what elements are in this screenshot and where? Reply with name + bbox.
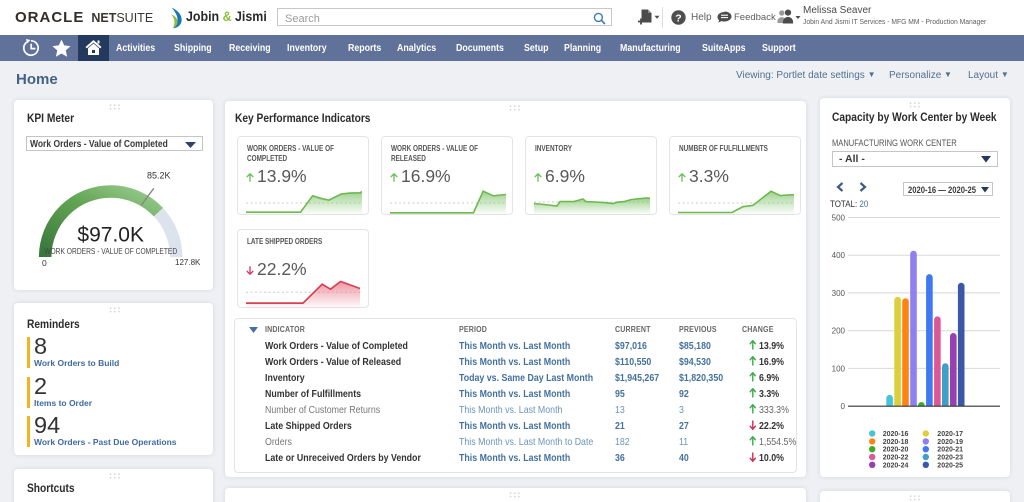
svg-text:2020-21: 2020-21 [937, 447, 963, 454]
svg-text:400: 400 [832, 251, 846, 260]
svg-text:127.8K: 127.8K [175, 258, 201, 267]
svg-text:2020-23: 2020-23 [937, 455, 963, 462]
svg-text:2020-18: 2020-18 [883, 439, 909, 446]
svg-text:300: 300 [832, 289, 846, 298]
svg-text:200: 200 [832, 327, 846, 336]
svg-text:2020-19: 2020-19 [937, 439, 963, 446]
svg-text:2020-17: 2020-17 [937, 431, 963, 438]
svg-text:100: 100 [832, 364, 846, 373]
svg-text:0: 0 [841, 402, 846, 411]
svg-text:0: 0 [42, 258, 47, 268]
svg-text:2020-22: 2020-22 [883, 455, 909, 462]
svg-text:2020-16: 2020-16 [883, 431, 909, 438]
svg-text:WORK ORDERS - VALUE OF COMPLET: WORK ORDERS - VALUE OF COMPLETED [44, 247, 177, 256]
svg-text:2020-25: 2020-25 [937, 462, 963, 469]
svg-text:2020-20: 2020-20 [883, 447, 909, 454]
svg-text:2020-24: 2020-24 [883, 462, 909, 469]
svg-text:500: 500 [832, 214, 846, 223]
svg-text:?: ? [675, 13, 681, 25]
svg-text:85.2K: 85.2K [147, 171, 171, 181]
svg-text:$97.0K: $97.0K [77, 224, 144, 247]
